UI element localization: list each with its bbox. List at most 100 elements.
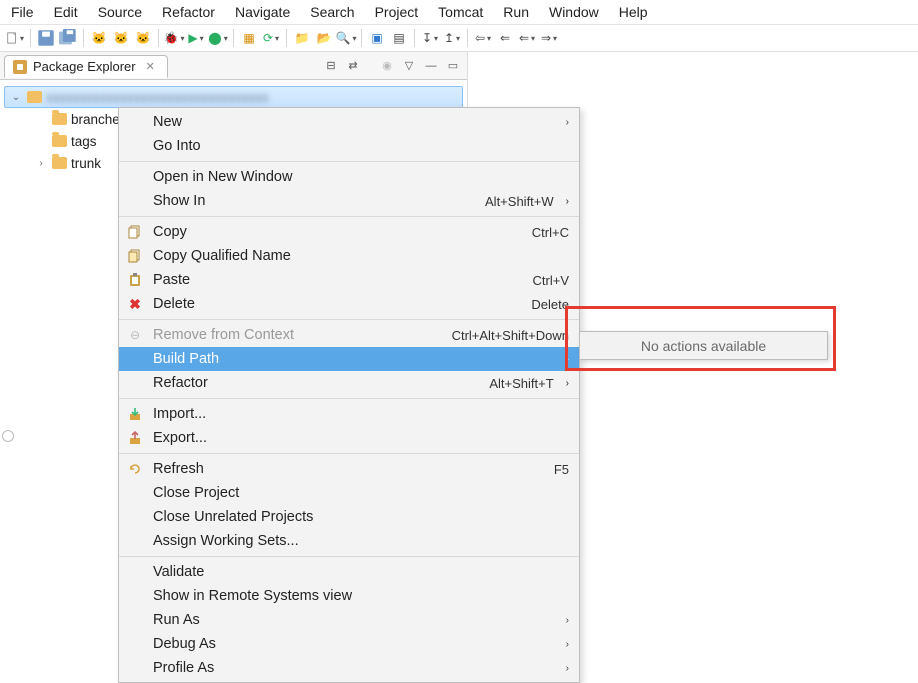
ctx-item-label: Show in Remote Systems view (153, 588, 352, 604)
new-package-icon[interactable]: ▦ (240, 29, 258, 47)
tomcat-restart-icon[interactable]: 🐱 (134, 29, 152, 47)
ctx-item-label: Copy Qualified Name (153, 248, 291, 264)
paste-icon (125, 272, 145, 288)
ctx-item-run-as[interactable]: Run As› (119, 608, 579, 632)
menu-source[interactable]: Source (95, 2, 145, 22)
ctx-item-label: Export... (153, 430, 207, 446)
delete-icon: ✖ (125, 296, 145, 312)
collapse-all-icon[interactable]: ⊟ (323, 58, 339, 74)
new-button[interactable] (6, 29, 24, 47)
ctx-item-label: Import... (153, 406, 206, 422)
ctx-item-import[interactable]: Import... (119, 402, 579, 426)
ctx-item-label: Close Project (153, 485, 239, 501)
back-button[interactable]: ⇐ (496, 29, 514, 47)
ctx-item-close-unrelated-projects[interactable]: Close Unrelated Projects (119, 505, 579, 529)
focus-task-icon[interactable]: ◉ (379, 58, 395, 74)
ctx-item-accelerator: Alt+Shift+T (489, 376, 553, 391)
ctx-item-label: Assign Working Sets... (153, 533, 299, 549)
coverage-button[interactable]: ⬤ (209, 29, 227, 47)
ctx-item-label: Remove from Context (153, 327, 294, 343)
save-all-button[interactable] (59, 29, 77, 47)
ctx-item-refresh[interactable]: RefreshF5 (119, 457, 579, 481)
ctx-item-accelerator: Ctrl+C (532, 225, 569, 240)
ctx-item-show-in-remote-systems-view[interactable]: Show in Remote Systems view (119, 584, 579, 608)
blank-icon (125, 636, 145, 652)
copy-icon (125, 224, 145, 240)
search-button[interactable]: 🔍 (337, 29, 355, 47)
forward-history-button[interactable]: ⇒ (540, 29, 558, 47)
ctx-item-close-project[interactable]: Close Project (119, 481, 579, 505)
ctx-item-label: Delete (153, 296, 195, 312)
link-editor-icon[interactable]: ⇄ (345, 58, 361, 74)
debug-button[interactable]: 🐞 (165, 29, 183, 47)
new-type-icon[interactable]: ⟳ (262, 29, 280, 47)
remove-ctx-icon: ⊖ (125, 327, 145, 343)
maximize-icon[interactable]: ▭ (445, 58, 461, 74)
toggle-mark-icon[interactable]: ▣ (368, 29, 386, 47)
package-explorer-tab[interactable]: Package Explorer ✕ (4, 55, 168, 78)
chevron-right-icon: › (566, 117, 569, 128)
expand-icon[interactable]: ⌄ (9, 92, 23, 103)
submenu-message: No actions available (641, 338, 766, 354)
annotation-prev-icon[interactable]: ↥ (443, 29, 461, 47)
ctx-item-label: New (153, 114, 182, 130)
build-path-submenu: No actions available (579, 331, 828, 360)
menu-run[interactable]: Run (500, 2, 532, 22)
back-history-button[interactable]: ⇐ (518, 29, 536, 47)
open-type-icon[interactable]: 📁 (293, 29, 311, 47)
ctx-item-debug-as[interactable]: Debug As› (119, 632, 579, 656)
ctx-item-build-path[interactable]: Build Path› (119, 347, 579, 371)
tomcat-stop-icon[interactable]: 🐱 (112, 29, 130, 47)
ctx-item-paste[interactable]: PasteCtrl+V (119, 268, 579, 292)
ctx-item-copy[interactable]: CopyCtrl+C (119, 220, 579, 244)
open-task-icon[interactable]: 📂 (315, 29, 333, 47)
menu-project[interactable]: Project (372, 2, 422, 22)
blank-icon (125, 169, 145, 185)
chevron-right-icon: › (566, 615, 569, 626)
view-menu-icon[interactable]: ▽ (401, 58, 417, 74)
context-menu[interactable]: New › Go Into Open in New WindowShow InAlt+… (118, 107, 580, 683)
menu-refactor[interactable]: Refactor (159, 2, 218, 22)
tomcat-start-icon[interactable]: 🐱 (90, 29, 108, 47)
ctx-item-profile-as[interactable]: Profile As› (119, 656, 579, 680)
menu-window[interactable]: Window (546, 2, 602, 22)
menu-edit[interactable]: Edit (51, 2, 81, 22)
context-menu-separator (119, 319, 579, 320)
ctx-item-delete[interactable]: ✖DeleteDelete (119, 292, 579, 316)
context-menu-separator (119, 556, 579, 557)
ctx-item-go-into[interactable]: Go Into (119, 134, 579, 158)
expand-icon[interactable]: › (34, 158, 48, 169)
ctx-item-copy-qualified-name[interactable]: Copy Qualified Name (119, 244, 579, 268)
tree-root-row[interactable]: ⌄ xxxxxxxxxxxxxxxxxxxxxxxxxxxxxxxxx (4, 86, 463, 108)
close-icon[interactable]: ✕ (146, 60, 155, 73)
menu-tomcat[interactable]: Tomcat (435, 2, 486, 22)
toggle-block-icon[interactable]: ▤ (390, 29, 408, 47)
ctx-item-export[interactable]: Export... (119, 426, 579, 450)
ctx-item-assign-working-sets[interactable]: Assign Working Sets... (119, 529, 579, 553)
minimize-icon[interactable]: — (423, 58, 439, 74)
run-button[interactable]: ▶ (187, 29, 205, 47)
last-edit-icon[interactable]: ⇦ (474, 29, 492, 47)
toolbar: 🐱 🐱 🐱 🐞 ▶ ⬤ ▦ ⟳ 📁 📂 🔍 ▣ ▤ ↧ ↥ ⇦ ⇐ ⇐ ⇒ (0, 24, 918, 52)
context-menu-separator (119, 398, 579, 399)
menu-file[interactable]: File (8, 2, 37, 22)
ctx-item-show-in[interactable]: Show InAlt+Shift+W› (119, 189, 579, 213)
menu-search[interactable]: Search (307, 2, 357, 22)
menu-help[interactable]: Help (616, 2, 651, 22)
ctx-item-open-in-new-window[interactable]: Open in New Window (119, 165, 579, 189)
ctx-item-validate[interactable]: Validate (119, 560, 579, 584)
import-icon (125, 406, 145, 422)
chevron-right-icon: › (566, 378, 569, 389)
panel-toolbar: ⊟ ⇄ ◉ ▽ — ▭ (323, 58, 467, 74)
refresh-icon (125, 461, 145, 477)
blank-icon (125, 485, 145, 501)
menu-navigate[interactable]: Navigate (232, 2, 293, 22)
blank-icon (125, 612, 145, 628)
context-menu-separator (119, 161, 579, 162)
project-icon (27, 91, 42, 103)
annotation-next-icon[interactable]: ↧ (421, 29, 439, 47)
save-button[interactable] (37, 29, 55, 47)
ctx-item-accelerator: Ctrl+V (533, 273, 569, 288)
ctx-item-refactor[interactable]: RefactorAlt+Shift+T› (119, 371, 579, 395)
ctx-item-new[interactable]: New › (119, 110, 579, 134)
